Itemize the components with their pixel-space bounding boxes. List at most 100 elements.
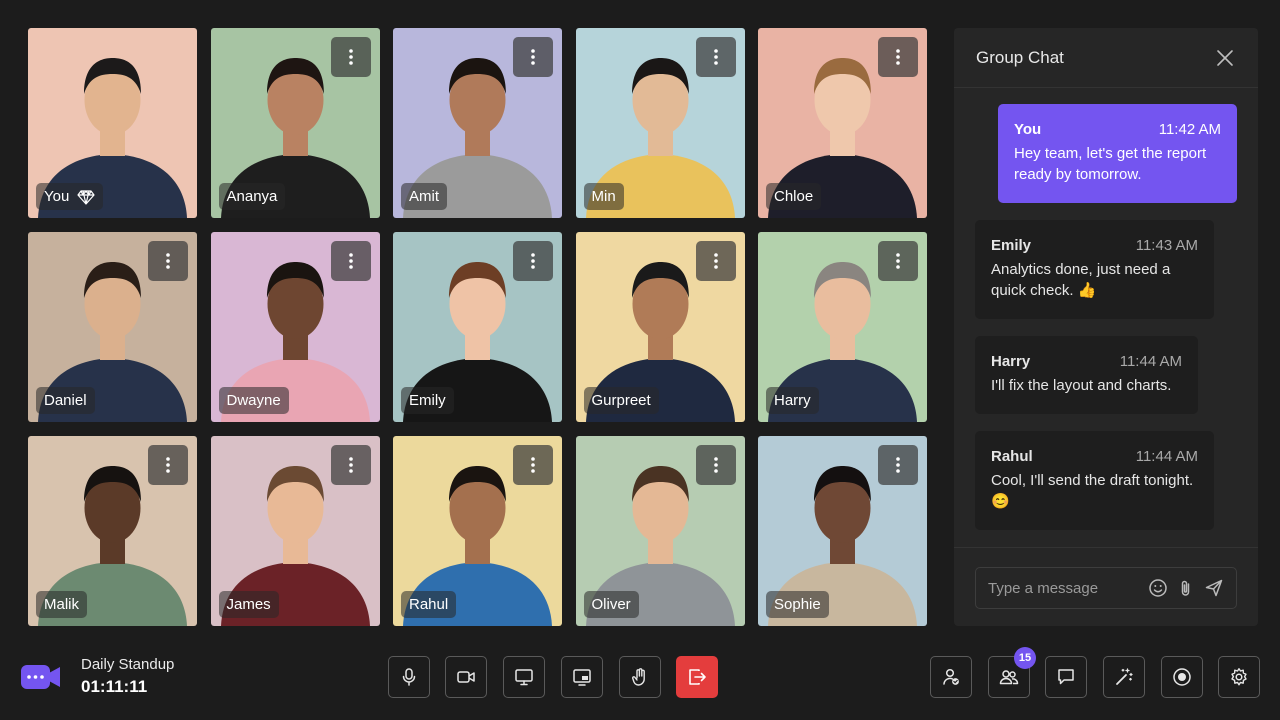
participant-name: Dwayne xyxy=(226,392,281,409)
message-composer xyxy=(975,567,1237,609)
participant-name: Ananya xyxy=(226,188,278,205)
tile-menu-button[interactable] xyxy=(695,445,736,485)
chat-icon xyxy=(1058,669,1074,685)
magic-wand-icon xyxy=(1116,668,1133,685)
video-tile[interactable]: Gurpreet xyxy=(575,232,745,422)
more-vertical-icon xyxy=(896,457,900,473)
raise-hand-button[interactable] xyxy=(619,656,661,698)
video-tile[interactable]: Emily xyxy=(393,232,562,422)
tile-menu-button[interactable] xyxy=(513,445,553,485)
tile-menu-button[interactable] xyxy=(695,241,736,281)
meeting-logo-icon xyxy=(21,665,60,689)
picture-in-picture-icon xyxy=(573,669,591,686)
mic-button[interactable] xyxy=(388,656,430,698)
leave-icon xyxy=(689,669,706,685)
chat-button[interactable] xyxy=(1045,656,1087,698)
tile-menu-button[interactable] xyxy=(878,37,918,77)
chat-panel: Group Chat You 11:42 AM Hey team, let's g… xyxy=(954,28,1258,626)
meeting-timer: 01:11:11 xyxy=(81,677,148,696)
more-vertical-icon xyxy=(166,457,170,473)
tile-menu-button[interactable] xyxy=(330,445,371,485)
participant-name-tag: You xyxy=(36,183,104,210)
video-tile[interactable]: Amit xyxy=(393,28,562,218)
send-icon[interactable] xyxy=(1204,578,1224,598)
more-vertical-icon xyxy=(713,457,718,473)
tile-menu-button[interactable] xyxy=(513,37,553,77)
participant-name-tag: Daniel xyxy=(36,387,95,414)
participant-name-tag: Emily xyxy=(401,387,454,414)
meeting-title: Daily Standup xyxy=(81,656,175,673)
message-text: I'll fix the layout and charts. xyxy=(991,377,1172,394)
participant-name: Min xyxy=(591,188,616,205)
picture-in-picture-button[interactable] xyxy=(561,656,603,698)
video-tile[interactable]: Rahul xyxy=(393,436,562,626)
participants-button[interactable]: 15 xyxy=(988,647,1036,698)
host-diamond-icon xyxy=(77,189,95,205)
participant-name: Gurpreet xyxy=(591,392,651,409)
message-text: Hey team, let's get the report ready by … xyxy=(1014,145,1207,183)
record-button[interactable] xyxy=(1161,656,1203,698)
participant-name: James xyxy=(226,596,271,613)
video-tile[interactable]: Sophie xyxy=(758,436,927,626)
monitor-icon xyxy=(515,669,533,686)
more-vertical-icon xyxy=(896,253,900,269)
tile-menu-button[interactable] xyxy=(148,241,188,281)
users-icon xyxy=(999,670,1019,685)
chat-message: Rahul 11:44 AM Cool, I'll send the draft … xyxy=(975,431,1214,530)
tile-menu-button[interactable] xyxy=(513,241,553,281)
screen-share-button[interactable] xyxy=(503,656,545,698)
participant-name-tag: Min xyxy=(583,183,624,210)
more-vertical-icon xyxy=(531,253,535,269)
message-input[interactable] xyxy=(988,579,1140,597)
participant-name: Emily xyxy=(409,392,446,409)
participant-name-tag: Chloe xyxy=(766,183,822,210)
effects-button[interactable] xyxy=(1103,656,1145,698)
video-tile[interactable]: Dwayne xyxy=(210,232,380,422)
video-tile[interactable]: Chloe xyxy=(758,28,927,218)
video-tile[interactable]: You xyxy=(28,28,197,218)
participants-count-badge: 15 xyxy=(1014,647,1036,669)
video-camera-icon xyxy=(457,671,475,683)
more-vertical-icon xyxy=(166,253,170,269)
participant-name-tag: Oliver xyxy=(583,591,639,618)
chat-header: Group Chat xyxy=(954,28,1258,88)
settings-button[interactable] xyxy=(1218,656,1260,698)
video-tile[interactable]: Oliver xyxy=(575,436,745,626)
participant-name: Oliver xyxy=(591,596,631,613)
video-tile[interactable]: Malik xyxy=(28,436,197,626)
message-text: Cool, I'll send the draft tonight. 😊 xyxy=(991,472,1194,510)
participant-name-tag: Amit xyxy=(401,183,447,210)
tile-menu-button[interactable] xyxy=(330,241,371,281)
video-tile[interactable]: Daniel xyxy=(28,232,197,422)
video-tile[interactable]: James xyxy=(210,436,380,626)
chat-message: You 11:42 AM Hey team, let's get the repo… xyxy=(998,104,1237,203)
video-tile[interactable]: Ananya xyxy=(210,28,380,218)
video-tile[interactable]: Min xyxy=(575,28,745,218)
leave-call-button[interactable] xyxy=(676,656,718,698)
video-tile[interactable]: Harry xyxy=(758,232,927,422)
participant-name-tag: James xyxy=(218,591,279,618)
tile-menu-button[interactable] xyxy=(878,445,918,485)
camera-button[interactable] xyxy=(445,656,487,698)
admit-user-button[interactable] xyxy=(930,656,972,698)
participant-name: Rahul xyxy=(409,596,449,613)
emoji-icon[interactable] xyxy=(1148,578,1168,598)
tile-menu-button[interactable] xyxy=(878,241,918,281)
participant-name: Chloe xyxy=(774,188,814,205)
message-author: You xyxy=(1014,121,1042,138)
message-author: Harry xyxy=(991,353,1031,370)
tile-menu-button[interactable] xyxy=(695,37,736,77)
record-icon xyxy=(1173,668,1191,686)
chat-message: Harry 11:44 AM I'll fix the layout and ch… xyxy=(975,336,1198,414)
chat-messages: You 11:42 AM Hey team, let's get the repo… xyxy=(954,88,1258,548)
tile-menu-button[interactable] xyxy=(148,445,188,485)
more-vertical-icon xyxy=(896,49,900,65)
more-vertical-icon xyxy=(531,457,535,473)
close-icon[interactable] xyxy=(1214,47,1236,69)
message-time: 11:42 AM xyxy=(1158,121,1221,138)
attachment-icon[interactable] xyxy=(1176,578,1196,598)
tile-menu-button[interactable] xyxy=(330,37,371,77)
chat-message: Emily 11:43 AM Analytics done, just need … xyxy=(975,220,1214,319)
chat-title: Group Chat xyxy=(976,47,1064,67)
participant-name: Harry xyxy=(774,392,811,409)
